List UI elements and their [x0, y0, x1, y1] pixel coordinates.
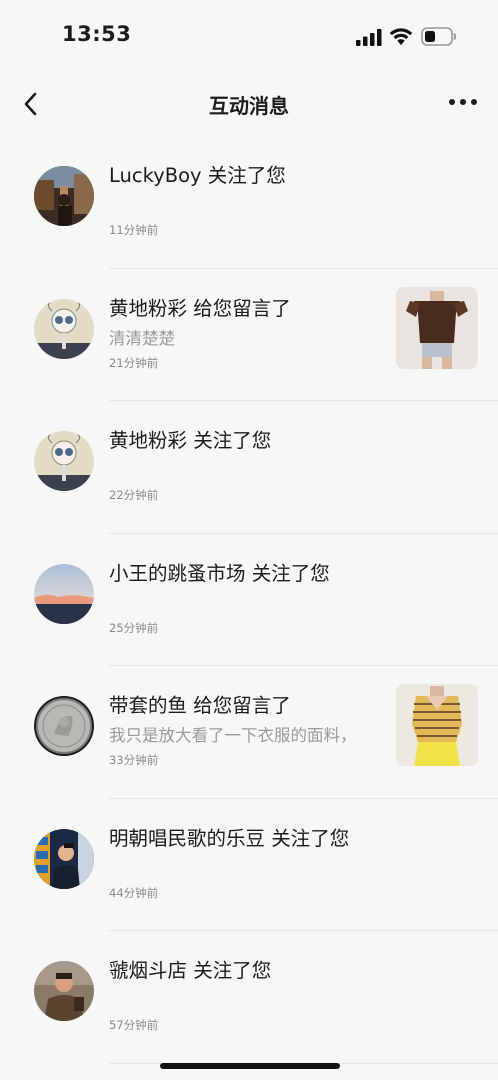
message-title: 虢烟斗店 关注了您 [109, 959, 272, 982]
message-title: 小王的跳蚤市场 关注了您 [109, 561, 330, 585]
message-item[interactable]: LuckyBoy 关注了您 11分钟前 [0, 136, 498, 269]
wifi-icon [389, 28, 413, 45]
message-time: 21分钟前 [109, 355, 159, 370]
signal-icon [356, 29, 382, 46]
message-title: 明朝唱民歌的乐豆 关注了您 [109, 826, 350, 850]
message-title: 黄地粉彩 给您留言了 [109, 296, 291, 320]
message-item[interactable]: 带套的鱼 给您留言了 我只是放大看了一下衣服的面料， 33分钟前 [0, 666, 498, 799]
message-time: 22分钟前 [109, 488, 159, 502]
message-time: 25分钟前 [109, 620, 159, 635]
page-title: 互动消息 [209, 94, 289, 118]
message-time: 44分钟前 [109, 885, 159, 900]
status-time: 13:53 [62, 22, 132, 46]
avatar[interactable] [34, 961, 94, 1021]
message-title: 带套的鱼 给您留言了 [109, 694, 291, 717]
message-title: 黄地粉彩 关注了您 [109, 429, 272, 452]
avatar[interactable] [34, 431, 94, 491]
message-item[interactable]: 小王的跳蚤市场 关注了您 25分钟前 [0, 534, 498, 666]
message-title: LuckyBoy 关注了您 [109, 164, 286, 187]
message-item[interactable]: 虢烟斗店 关注了您 57分钟前 [0, 931, 498, 1064]
message-list: LuckyBoy 关注了您 11分钟前 黄地粉彩 给您留言了 清清楚楚 21分钟… [0, 136, 498, 1064]
message-item[interactable]: 黄地粉彩 给您留言了 清清楚楚 21分钟前 [0, 269, 498, 401]
message-subtitle: 清清楚楚 [109, 328, 175, 348]
message-time: 11分钟前 [109, 223, 159, 237]
product-thumbnail[interactable] [396, 684, 478, 766]
more-options-icon[interactable] [446, 92, 480, 112]
avatar[interactable] [34, 166, 94, 226]
battery-icon [421, 27, 457, 46]
status-bar: 13:53 [0, 0, 498, 70]
message-item[interactable]: 黄地粉彩 关注了您 22分钟前 [0, 401, 498, 534]
message-subtitle: 我只是放大看了一下衣服的面料， [109, 726, 357, 745]
message-time: 33分钟前 [109, 753, 159, 767]
nav-bar: 互动消息 [0, 78, 498, 130]
avatar[interactable] [34, 696, 94, 756]
home-indicator[interactable] [160, 1063, 340, 1069]
message-item[interactable]: 明朝唱民歌的乐豆 关注了您 44分钟前 [0, 799, 498, 931]
message-time: 57分钟前 [109, 1018, 159, 1032]
avatar[interactable] [34, 563, 94, 624]
avatar[interactable] [34, 828, 94, 889]
avatar[interactable] [34, 298, 94, 359]
product-thumbnail[interactable] [396, 286, 478, 369]
